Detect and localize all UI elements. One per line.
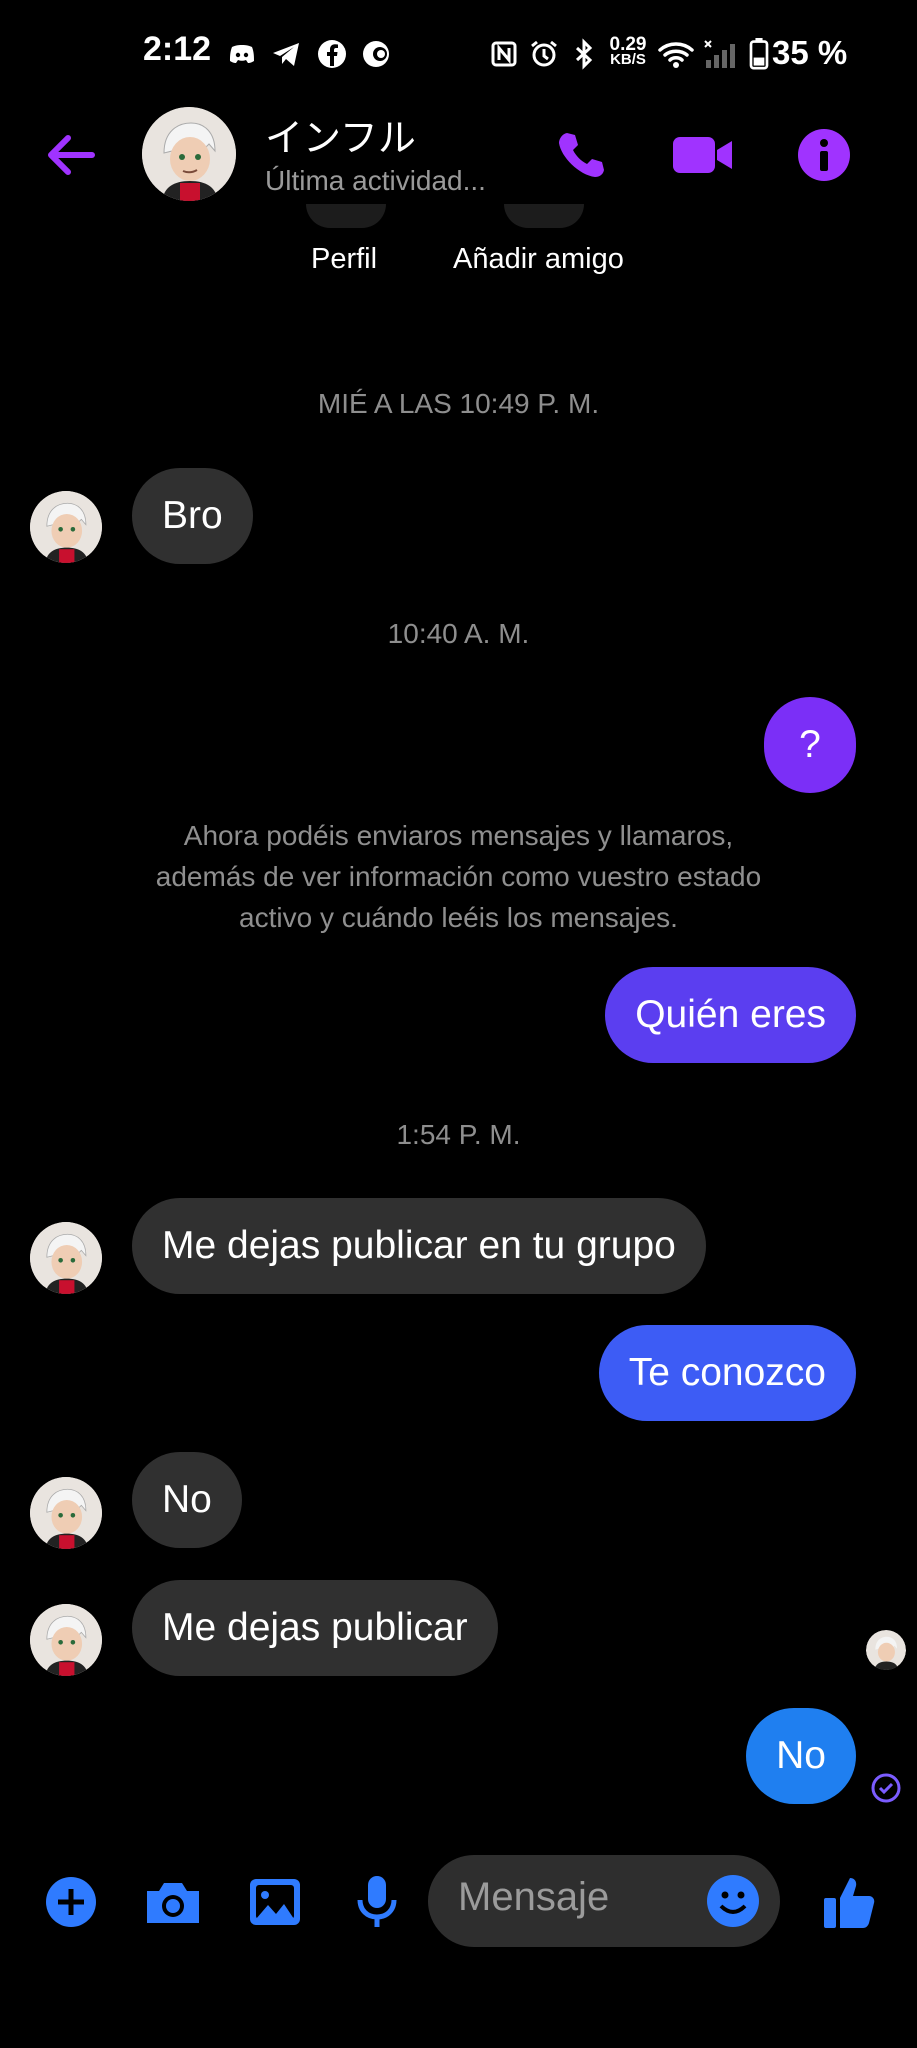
connection-notice: Ahora podéis enviaros mensajes y llamaro… [155,820,762,933]
time-separator: 1:54 P. M. [396,1119,521,1150]
network-speed: 0.29 KB/S [606,34,650,68]
contact-avatar[interactable] [142,107,236,201]
incoming-message[interactable]: No [132,1452,242,1548]
sender-avatar [30,1604,102,1676]
app-notification-icon [363,41,389,67]
add-friend-button-circle[interactable] [504,204,584,228]
like-button[interactable] [816,1868,884,1936]
microphone-icon [357,1876,397,1927]
gallery-button[interactable] [241,1868,309,1936]
incoming-message[interactable]: Me dejas publicar [132,1580,498,1676]
incoming-message[interactable]: Bro [132,468,253,564]
more-actions-button[interactable] [37,1868,105,1936]
sender-avatar-image [30,1222,102,1294]
incoming-message[interactable]: Me dejas publicar en tu grupo [132,1198,706,1294]
seen-avatar [866,1630,906,1670]
read-receipt-icon [871,1773,901,1803]
sender-avatar-image [30,491,102,563]
emoji-icon [707,1875,759,1927]
discord-icon [230,45,254,63]
telegram-icon [273,43,299,66]
contact-avatar-image [142,107,236,201]
plus-icon [46,1877,96,1927]
last-active-status: Última actividad... [265,165,486,196]
date-separator: MIÉ A LAS 10:49 P. M. [317,388,600,419]
battery-icon [749,38,769,70]
phone-icon [559,133,604,177]
alarm-icon [531,40,557,67]
info-button[interactable] [789,120,859,190]
video-camera-icon [673,137,732,173]
facebook-icon [318,40,346,68]
back-arrow-icon[interactable] [40,125,100,185]
battery-percent: 35 % [772,34,848,71]
thumbs-up-icon [824,1878,875,1928]
video-call-button[interactable] [668,120,738,190]
message-input-placeholder: Mensaje [458,1875,610,1919]
sender-avatar-image [30,1477,102,1549]
voice-button[interactable] [343,1868,411,1936]
seen-avatar-image [866,1630,906,1670]
nfc-icon [491,41,517,67]
sender-avatar [30,1477,102,1549]
call-button[interactable] [546,120,616,190]
emoji-button[interactable] [704,1872,762,1930]
conversation-title[interactable]: インフル [265,107,416,162]
outgoing-message[interactable]: Quién eres [605,967,856,1063]
profile-button-circle[interactable] [306,204,386,228]
cellular-signal-icon [704,40,735,68]
sender-avatar [30,491,102,563]
profile-label[interactable]: Perfil [311,243,377,276]
time-separator: 10:40 A. M. [387,618,530,649]
camera-icon [147,1883,199,1923]
wifi-icon [658,42,694,68]
network-speed-value: 0.29 [609,34,647,55]
gallery-icon [250,1879,300,1925]
outgoing-message[interactable]: Te conozco [598,1325,856,1421]
sender-avatar [30,1222,102,1294]
network-speed-unit: KB/S [610,51,646,68]
outgoing-message[interactable]: No [746,1708,856,1804]
add-friend-label[interactable]: Añadir amigo [453,243,624,276]
camera-button[interactable] [139,1868,207,1936]
info-icon [798,129,850,181]
sender-avatar-image [30,1604,102,1676]
bluetooth-icon [575,38,593,70]
status-time: 2:12 [143,30,212,68]
outgoing-message[interactable]: ? [764,697,856,793]
